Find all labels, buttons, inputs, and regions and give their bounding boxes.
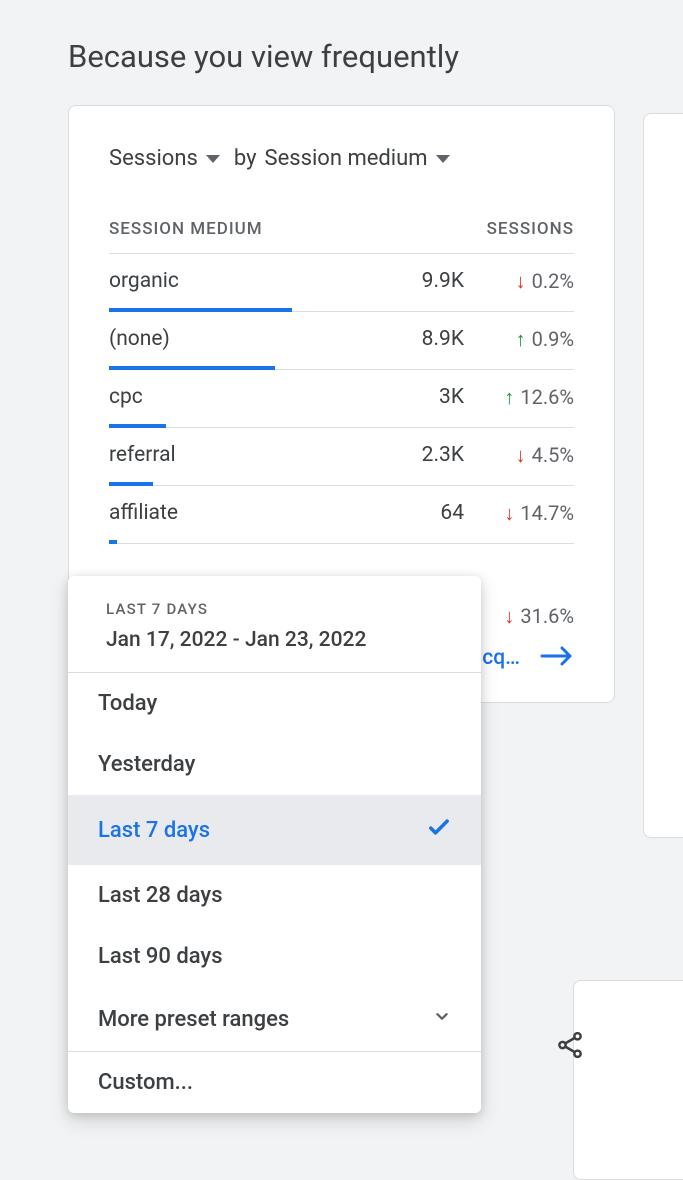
table-row[interactable]: affiliate 64 ↓ 14.7% <box>109 486 574 544</box>
row-change: ↑ 0.9% <box>482 327 574 351</box>
metric-label: Sessions <box>109 146 198 171</box>
row-metrics: 3K ↑ 12.6% <box>404 385 574 409</box>
table-row[interactable]: (none) 8.9K ↑ 0.9% <box>109 312 574 370</box>
page-title: Because you view frequently <box>0 0 683 105</box>
date-option[interactable]: Last 7 days <box>68 795 481 865</box>
change-value: 12.6% <box>520 385 574 409</box>
row-change: ↓ 4.5% <box>482 443 574 467</box>
adjacent-card-peek-2 <box>573 980 683 1180</box>
table-row[interactable]: cpc 3K ↑ 12.6% <box>109 370 574 428</box>
row-bar <box>109 540 117 544</box>
change-value: 0.9% <box>532 327 574 351</box>
column-header-dimension: SESSION MEDIUM <box>109 219 263 239</box>
date-popup-range: Jan 17, 2022 - Jan 23, 2022 <box>106 628 453 652</box>
change-value: 0.2% <box>532 269 574 293</box>
row-label: referral <box>109 443 176 467</box>
dimension-dropdown[interactable]: Session medium <box>265 146 450 171</box>
adjacent-card-peek <box>643 113 683 838</box>
arrow-down-icon: ↓ <box>516 271 526 291</box>
date-option-label: Yesterday <box>98 752 195 777</box>
check-icon <box>425 813 453 847</box>
change-value: 31.6% <box>520 604 574 628</box>
table-row[interactable]: referral 2.3K ↓ 4.5% <box>109 428 574 486</box>
date-popup-header: LAST 7 DAYS Jan 17, 2022 - Jan 23, 2022 <box>68 576 481 673</box>
row-label: organic <box>109 269 179 293</box>
date-option-label: Today <box>98 691 157 716</box>
caret-down-icon <box>206 155 220 163</box>
change-value: 14.7% <box>520 501 574 525</box>
date-option[interactable]: Last 28 days <box>68 865 481 926</box>
date-option-label: Last 90 days <box>98 944 223 969</box>
row-change: ↑ 12.6% <box>482 385 574 409</box>
arrow-up-icon: ↑ <box>504 387 514 407</box>
row-metrics: 8.9K ↑ 0.9% <box>404 327 574 351</box>
date-range-popup: LAST 7 DAYS Jan 17, 2022 - Jan 23, 2022 … <box>68 576 481 1113</box>
date-option[interactable]: Today <box>68 673 481 734</box>
row-metrics: 2.3K ↓ 4.5% <box>404 443 574 467</box>
date-option-label: Last 7 days <box>98 818 210 843</box>
card-header: Sessions by Session medium <box>109 146 574 171</box>
arrow-up-icon: ↑ <box>516 329 526 349</box>
row-label: cpc <box>109 385 143 409</box>
more-presets-label: More preset ranges <box>98 1007 289 1032</box>
date-option[interactable]: Last 90 days <box>68 926 481 987</box>
row-value: 3K <box>404 385 464 409</box>
caret-down-icon <box>436 155 450 163</box>
arrow-down-icon: ↓ <box>504 503 514 523</box>
dimension-label: Session medium <box>265 146 428 171</box>
row-value: 64 <box>404 501 464 525</box>
column-header-metric: SESSIONS <box>487 219 574 239</box>
date-option[interactable]: Yesterday <box>68 734 481 795</box>
chevron-down-icon <box>431 1005 453 1033</box>
share-icon[interactable] <box>555 1030 585 1064</box>
overflow-row-change: ↓ 31.6% <box>504 604 574 628</box>
row-metrics: 9.9K ↓ 0.2% <box>404 269 574 293</box>
date-popup-label: LAST 7 DAYS <box>106 600 453 618</box>
date-option-more-presets[interactable]: More preset ranges <box>68 987 481 1052</box>
table-row[interactable]: organic 9.9K ↓ 0.2% <box>109 254 574 312</box>
change-value: 4.5% <box>532 443 574 467</box>
arrow-right-icon[interactable] <box>540 644 574 672</box>
arrow-down-icon: ↓ <box>516 445 526 465</box>
row-metrics: 64 ↓ 14.7% <box>404 501 574 525</box>
row-value: 9.9K <box>404 269 464 293</box>
row-change: ↓ 0.2% <box>482 269 574 293</box>
by-label: by <box>234 146 257 171</box>
arrow-down-icon: ↓ <box>504 606 514 626</box>
metric-dropdown[interactable]: Sessions <box>109 146 220 171</box>
row-change: ↓ 14.7% <box>482 501 574 525</box>
row-label: affiliate <box>109 501 178 525</box>
date-option-label: Last 28 days <box>98 883 223 908</box>
row-value: 8.9K <box>404 327 464 351</box>
row-label: (none) <box>109 327 170 351</box>
row-value: 2.3K <box>404 443 464 467</box>
table-header: SESSION MEDIUM SESSIONS <box>109 219 574 254</box>
date-option-custom[interactable]: Custom... <box>68 1052 481 1113</box>
custom-label: Custom... <box>98 1070 193 1095</box>
footer-link[interactable]: cq… <box>482 646 520 670</box>
